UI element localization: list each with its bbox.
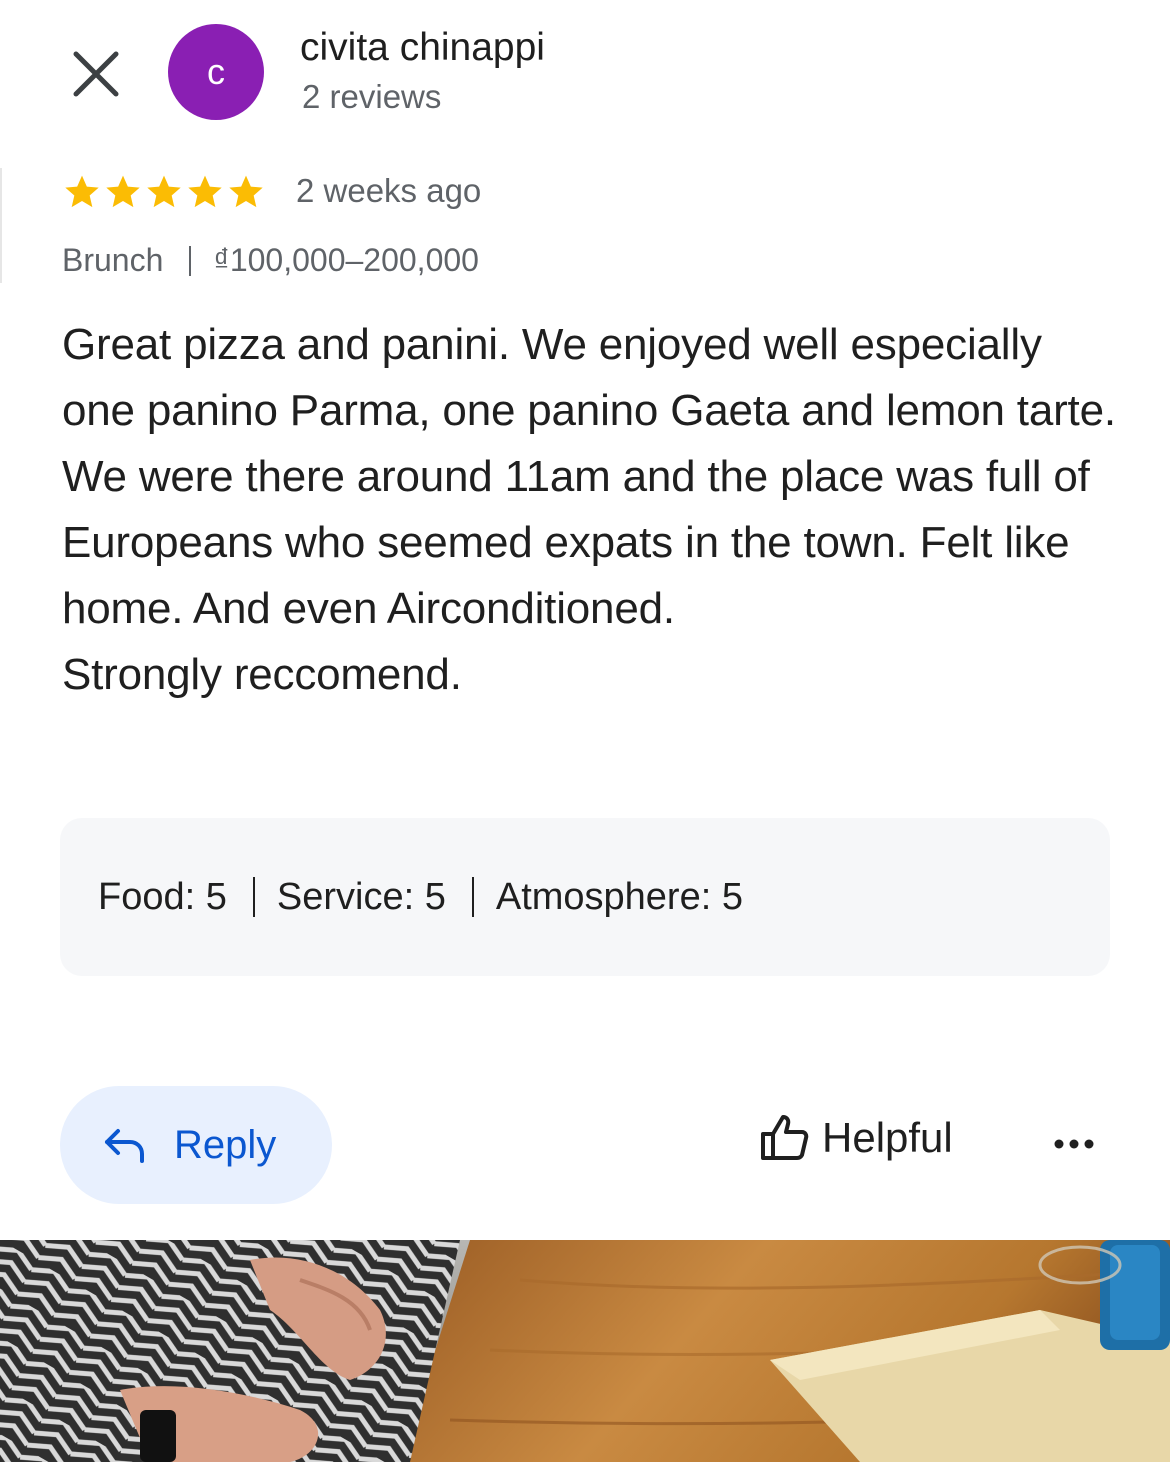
rating-atmosphere: Atmosphere: 5 <box>495 875 743 918</box>
star-icon <box>106 175 140 208</box>
meal-type: Brunch <box>62 242 164 278</box>
ratings-summary: Food: 5 Service: 5 Atmosphere: 5 <box>60 818 1110 976</box>
reply-label: Reply <box>174 1122 277 1167</box>
review-photo[interactable] <box>0 1240 1170 1462</box>
meta-divider <box>189 245 192 276</box>
price-range: ₫100,000–200,000 <box>213 242 479 278</box>
rating-divider <box>252 877 255 917</box>
reply-button[interactable]: Reply <box>60 1086 332 1204</box>
reply-arrow-icon <box>105 1129 144 1163</box>
star-icon <box>229 175 263 208</box>
helpful-button[interactable]: Helpful <box>758 1112 953 1164</box>
rating-divider <box>471 877 474 917</box>
star-icon <box>147 175 181 208</box>
star-icon <box>65 175 99 208</box>
avatar[interactable]: c <box>168 24 264 120</box>
helpful-label: Helpful <box>822 1114 953 1161</box>
review-photo-image <box>0 1240 1170 1462</box>
reviewer-review-count: 2 reviews <box>302 78 442 115</box>
star-icon <box>188 175 222 208</box>
more-horizontal-icon <box>1054 1139 1094 1149</box>
review-meta: Brunch ₫100,000–200,000 <box>62 242 479 279</box>
rating-food: Food: 5 <box>98 875 227 918</box>
edge-divider <box>0 168 2 283</box>
reviewer-name[interactable]: civita chinappi <box>300 26 545 70</box>
review-time: 2 weeks ago <box>296 172 482 209</box>
close-icon <box>73 51 119 97</box>
more-options-button[interactable] <box>1050 1124 1098 1164</box>
rating-service: Service: 5 <box>276 875 446 918</box>
close-button[interactable] <box>70 48 122 100</box>
review-text: Great pizza and panini. We enjoyed well … <box>62 320 1116 699</box>
star-rating <box>62 172 266 212</box>
thumbs-up-icon <box>761 1115 809 1160</box>
